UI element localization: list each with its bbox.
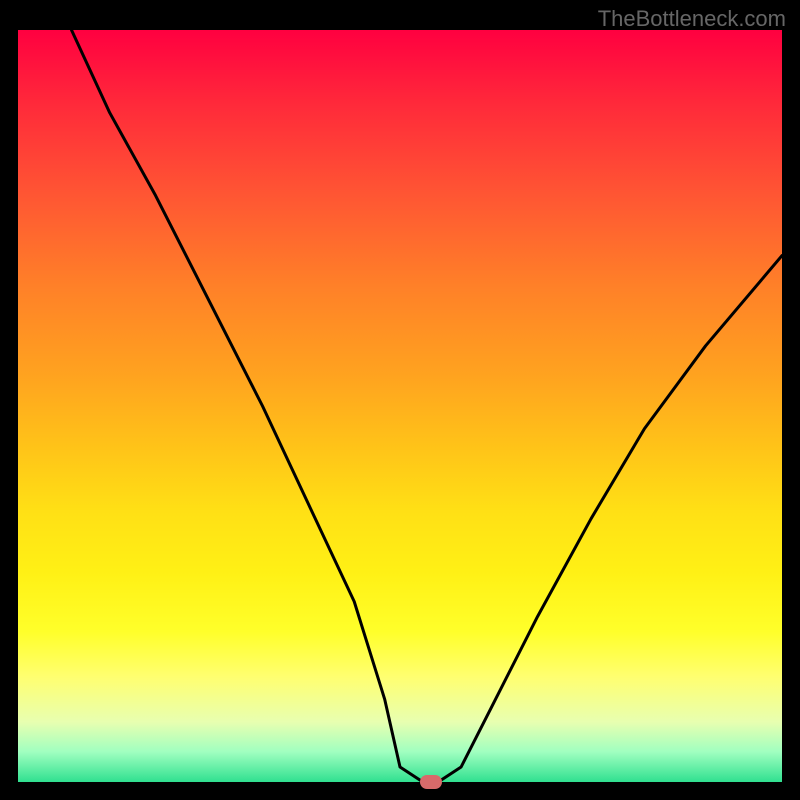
watermark-text: TheBottleneck.com: [598, 6, 786, 32]
optimal-point-marker: [420, 775, 442, 789]
chart-plot-area: [18, 30, 782, 782]
chart-curve-svg: [18, 30, 782, 782]
bottleneck-curve-path: [72, 30, 783, 782]
